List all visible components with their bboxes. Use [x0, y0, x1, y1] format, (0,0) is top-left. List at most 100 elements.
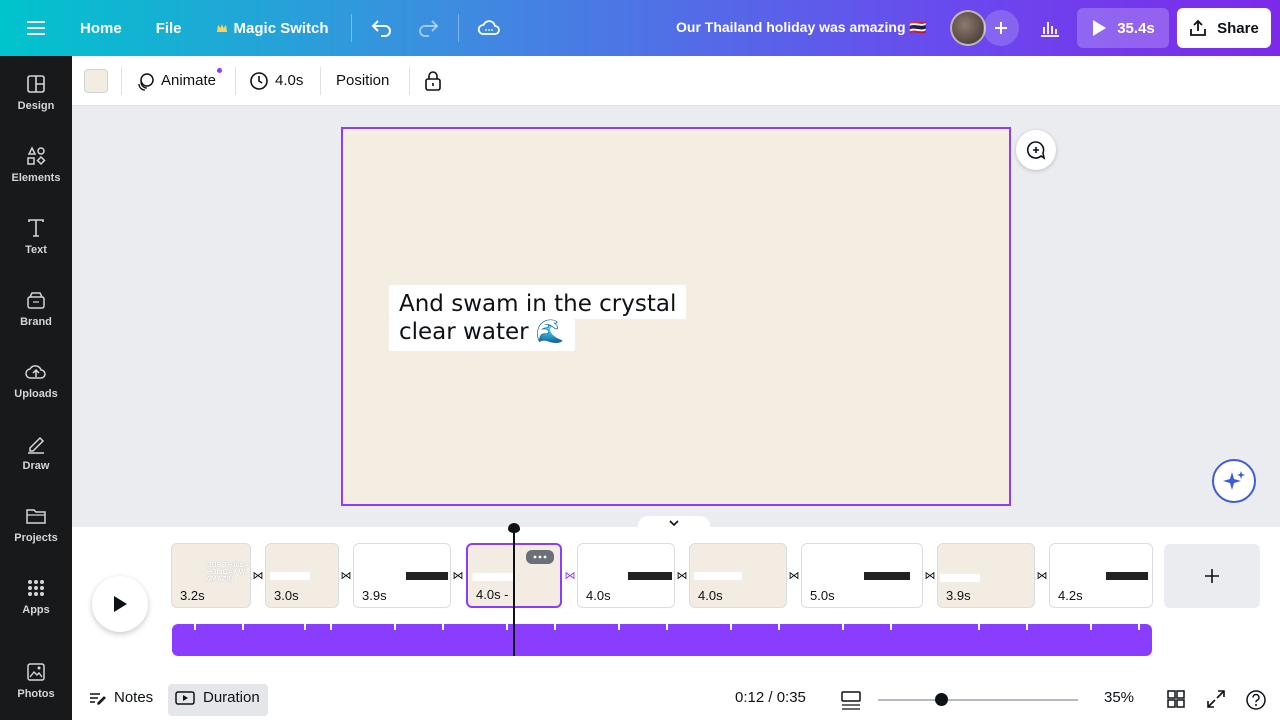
- canvas-text-line-2: clear water 🌊: [389, 319, 575, 351]
- timeline-scene[interactable]: 4.2s: [1049, 543, 1153, 608]
- avatar[interactable]: [950, 10, 986, 46]
- main-menu-button[interactable]: [0, 0, 72, 56]
- home-button[interactable]: Home: [72, 0, 130, 56]
- undo-icon: [371, 20, 391, 37]
- grid-view-button[interactable]: [1166, 689, 1188, 711]
- sidebar-item-apps[interactable]: Apps: [0, 560, 72, 632]
- hamburger-icon: [27, 21, 45, 35]
- notes-button[interactable]: Notes: [88, 689, 153, 706]
- lock-button[interactable]: [420, 66, 446, 96]
- zoom-level[interactable]: 35%: [1104, 689, 1134, 706]
- play-icon: [114, 596, 127, 612]
- sidebar-item-elements[interactable]: Elements: [0, 128, 72, 200]
- timeline-scene[interactable]: OUR THAILA HOLIDAY W AMAZIN 3.2s: [171, 543, 251, 608]
- help-button[interactable]: [1245, 689, 1267, 711]
- home-label: Home: [80, 19, 122, 37]
- text-icon: [28, 218, 44, 237]
- transition-button[interactable]: ⋈: [339, 570, 353, 582]
- time-readout: 0:12 / 0:35: [735, 689, 806, 706]
- transition-button[interactable]: ⋈: [251, 570, 265, 582]
- sidebar-item-projects[interactable]: Projects: [0, 488, 72, 560]
- timeline-scene[interactable]: 4.0s: [577, 543, 675, 608]
- sidebar-item-design[interactable]: Design: [0, 56, 72, 128]
- divider: [121, 67, 122, 95]
- transition-button[interactable]: ⋈: [787, 570, 801, 582]
- timeline-scene[interactable]: 5.0s: [801, 543, 923, 608]
- photos-icon: [27, 662, 45, 681]
- insights-button[interactable]: [1030, 8, 1070, 48]
- duration-control[interactable]: 4.0s: [248, 66, 310, 96]
- sidebar-item-draw[interactable]: Draw: [0, 416, 72, 488]
- canvas-text-line-1: And swam in the crystal: [389, 285, 687, 319]
- redo-button[interactable]: [408, 8, 448, 48]
- timeline-scene[interactable]: 3.9s: [353, 543, 451, 608]
- notes-label: Notes: [114, 689, 154, 706]
- zoom-slider-handle[interactable]: [935, 693, 948, 706]
- scroll-view-icon: [841, 691, 861, 710]
- cloud-save-button[interactable]: [469, 8, 509, 48]
- design-title[interactable]: Our Thailand holiday was amazing 🇹🇭: [676, 19, 927, 36]
- timeline-scene[interactable]: 4.0s: [689, 543, 787, 608]
- chevron-down-icon: [669, 520, 679, 527]
- sidebar-item-label: Projects: [14, 531, 58, 544]
- uploads-icon: [25, 364, 46, 379]
- scene-thumbnail-text: [940, 574, 980, 582]
- audio-track-tick: [1138, 624, 1140, 630]
- comment-add-icon: [1026, 141, 1046, 160]
- file-label: File: [155, 19, 182, 37]
- transition-button[interactable]: ⋈: [675, 570, 689, 582]
- scene-duration: 4.0s: [698, 588, 723, 603]
- playhead[interactable]: [513, 528, 515, 656]
- clock-icon: [250, 72, 268, 90]
- undo-button[interactable]: [362, 8, 402, 48]
- transition-button[interactable]: ⋈: [923, 570, 937, 582]
- lock-icon: [425, 71, 441, 91]
- timeline-play-button[interactable]: [92, 576, 148, 632]
- share-button[interactable]: Share: [1177, 8, 1271, 48]
- audio-track-tick: [194, 624, 196, 630]
- playhead-handle[interactable]: [508, 523, 520, 533]
- add-comment-button[interactable]: [1016, 130, 1056, 170]
- transition-button[interactable]: ⋈: [563, 570, 577, 582]
- transition-button[interactable]: ⋈: [1035, 570, 1049, 582]
- audio-track-tick: [394, 624, 396, 630]
- sidebar-item-brand[interactable]: Brand: [0, 272, 72, 344]
- zoom-slider-track[interactable]: [878, 699, 1078, 701]
- transition-icon: ⋈: [452, 570, 464, 582]
- timeline-scene[interactable]: 3.9s: [937, 543, 1035, 608]
- sidebar-item-uploads[interactable]: Uploads: [0, 344, 72, 416]
- upload-share-icon: [1190, 19, 1207, 36]
- fullscreen-button[interactable]: [1206, 689, 1228, 711]
- position-button[interactable]: Position: [330, 66, 400, 96]
- timeline-scene[interactable]: 3.0s: [265, 543, 339, 608]
- duration-toggle[interactable]: Duration: [175, 689, 260, 706]
- audio-track[interactable]: [172, 624, 1152, 656]
- magic-assistant-button[interactable]: [1212, 459, 1256, 503]
- file-menu-button[interactable]: File: [148, 0, 190, 56]
- sidebar-item-label: Elements: [11, 171, 61, 184]
- redo-icon: [418, 20, 438, 37]
- canvas-text-box[interactable]: And swam in the crystal clear water 🌊: [389, 285, 687, 351]
- scroll-view-button[interactable]: [840, 689, 862, 711]
- scene-thumbnail-text: [694, 572, 742, 580]
- bar-chart-icon: [1041, 22, 1059, 37]
- audio-track-tick: [666, 624, 668, 630]
- audio-track-tick: [554, 624, 556, 630]
- audio-track-tick: [1026, 624, 1028, 630]
- scene-thumbnail-text: [1106, 572, 1148, 580]
- magic-switch-button[interactable]: Magic Switch: [208, 0, 337, 56]
- invite-button[interactable]: [983, 10, 1019, 46]
- scene-thumbnail-text: [628, 572, 672, 580]
- sidebar-item-text[interactable]: Text: [0, 200, 72, 272]
- scene-more-button[interactable]: [526, 550, 554, 564]
- present-play-button[interactable]: 35.4s: [1077, 8, 1169, 48]
- divider: [409, 67, 410, 95]
- collapse-timeline-button[interactable]: [638, 516, 710, 530]
- scene-duration: 3.0s: [274, 588, 299, 603]
- add-scene-button[interactable]: [1164, 544, 1260, 608]
- audio-track-tick: [304, 624, 306, 630]
- transition-button[interactable]: ⋈: [451, 570, 465, 582]
- animate-button[interactable]: Animate: [135, 66, 225, 96]
- background-color-swatch[interactable]: [84, 69, 108, 93]
- sidebar-item-photos[interactable]: Photos: [0, 644, 72, 716]
